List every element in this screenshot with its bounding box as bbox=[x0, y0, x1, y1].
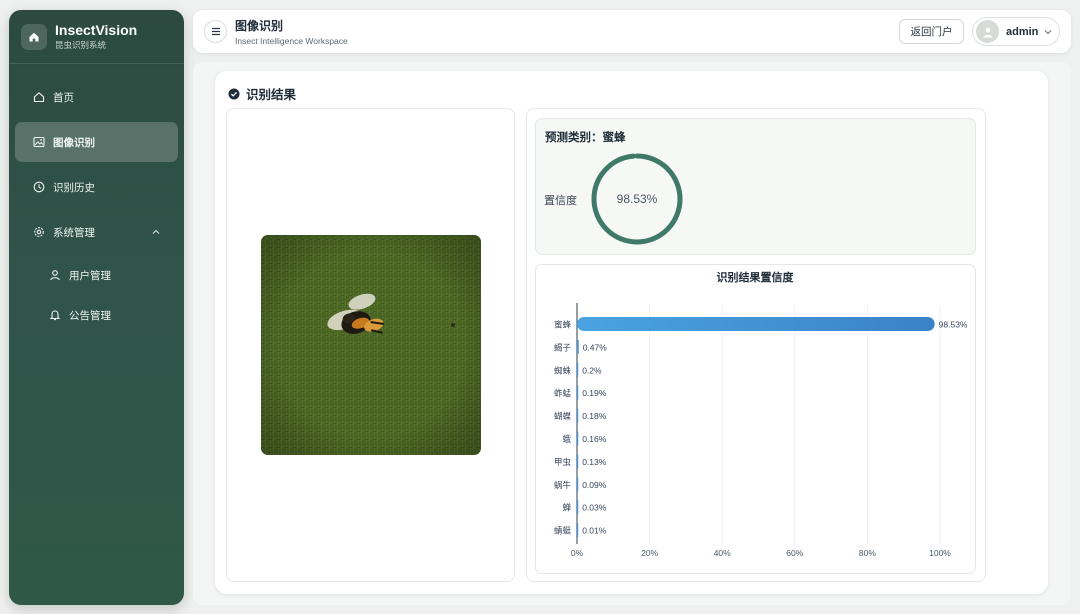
value-label: 0.47% bbox=[583, 342, 608, 352]
x-tick-label: 40% bbox=[714, 548, 731, 558]
page-subtitle: Insect Intelligence Workspace bbox=[235, 36, 348, 46]
category-label: 蝴蝶 bbox=[554, 411, 572, 422]
top-header: 图像识别 Insect Intelligence Workspace 返回门户 … bbox=[193, 10, 1071, 53]
sidebar-subitem-label: 公告管理 bbox=[69, 309, 111, 322]
value-label: 0.03% bbox=[582, 503, 607, 513]
image-icon bbox=[33, 136, 45, 148]
value-label: 0.16% bbox=[582, 434, 607, 444]
section-title-text: 识别结果 bbox=[246, 87, 297, 102]
category-label: 蚱蜢 bbox=[554, 388, 572, 399]
sidebar-item-label: 图像识别 bbox=[53, 136, 95, 149]
insect-photo bbox=[261, 235, 481, 455]
bar-4 bbox=[577, 408, 579, 423]
gear-icon bbox=[33, 226, 45, 238]
brand-subtitle: 昆虫识别系统 bbox=[55, 40, 107, 51]
sidebar-item-label: 首页 bbox=[53, 91, 74, 104]
prediction-label: 预测类别： 蜜蜂 bbox=[545, 129, 626, 145]
category-label: 蜻蜓 bbox=[554, 526, 572, 537]
chevron-down-icon bbox=[1044, 29, 1052, 35]
value-label: 0.09% bbox=[582, 480, 607, 490]
brand-name: InsectVision bbox=[55, 21, 138, 38]
value-label: 98.53% bbox=[939, 320, 968, 330]
bar-0 bbox=[577, 317, 935, 331]
chart-title: 识别结果置信度 bbox=[717, 270, 795, 284]
confidence-value: 98.53% bbox=[616, 192, 658, 206]
user-avatar-icon bbox=[983, 27, 992, 37]
x-tick-label: 80% bbox=[859, 548, 876, 558]
x-tick-label: 0% bbox=[571, 548, 584, 558]
x-tick-label: 60% bbox=[786, 548, 803, 558]
category-label: 蜗牛 bbox=[554, 480, 572, 491]
sidebar-item-user-management[interactable]: 用户管理 bbox=[15, 257, 178, 293]
bar-8 bbox=[577, 500, 579, 515]
category-label: 蛾 bbox=[562, 434, 571, 445]
sidebar-subitem-label: 用户管理 bbox=[69, 269, 111, 282]
sidebar-item-image-recognition[interactable]: 图像识别 bbox=[15, 122, 178, 162]
bar-3 bbox=[577, 385, 579, 400]
chevron-up-icon bbox=[152, 226, 160, 238]
sidebar-item-home[interactable]: 首页 bbox=[15, 77, 178, 117]
value-label: 0.2% bbox=[582, 365, 602, 375]
confidence-bar-chart: 识别结果置信度 蜜蜂蝎子蜘蛛蚱蜢蝴蝶蛾甲虫蜗牛蝉蜻蜓 98.53% 0.47% 0.… bbox=[554, 270, 968, 558]
section-title: 识别结果 bbox=[228, 84, 296, 103]
user-menu[interactable]: admin bbox=[972, 17, 1060, 46]
prediction-value: 蜜蜂 bbox=[602, 130, 626, 144]
category-label: 蜘蛛 bbox=[554, 365, 572, 376]
confidence-label: 置信度 bbox=[544, 194, 577, 207]
sidebar-item-label: 识别历史 bbox=[53, 181, 95, 194]
avatar bbox=[976, 20, 999, 43]
home-logo-icon bbox=[21, 23, 47, 50]
bell-icon bbox=[49, 309, 61, 321]
home-icon bbox=[33, 91, 45, 103]
sidebar-item-history[interactable]: 识别历史 bbox=[15, 167, 178, 207]
bar-1 bbox=[577, 339, 579, 354]
x-tick-label: 100% bbox=[929, 548, 951, 558]
category-label: 蜜蜂 bbox=[554, 320, 572, 331]
menu-toggle-button[interactable] bbox=[204, 20, 227, 43]
sidebar-item-system[interactable]: 系统管理 bbox=[15, 212, 178, 252]
page-title: 图像识别 bbox=[235, 19, 284, 33]
bar-5 bbox=[577, 431, 579, 446]
bar-6 bbox=[577, 454, 579, 469]
hamburger-icon bbox=[211, 27, 220, 36]
clock-icon bbox=[33, 181, 45, 193]
value-label: 0.19% bbox=[582, 388, 607, 398]
category-label: 蝉 bbox=[562, 503, 571, 514]
bar-2 bbox=[577, 362, 579, 377]
value-label: 0.18% bbox=[582, 411, 607, 421]
sidebar: InsectVision 昆虫识别系统 首页 图像识别 识别历史 系统管理 用户… bbox=[9, 10, 184, 605]
x-tick-label: 20% bbox=[641, 548, 658, 558]
sidebar-nav: 首页 图像识别 识别历史 系统管理 用户管理 公告管理 bbox=[9, 64, 184, 333]
sidebar-item-label: 系统管理 bbox=[53, 226, 95, 239]
bar-9 bbox=[577, 523, 579, 538]
return-portal-button[interactable]: 返回门户 bbox=[899, 19, 964, 44]
brand: InsectVision 昆虫识别系统 bbox=[9, 10, 184, 64]
prediction-prefix: 预测类别： bbox=[545, 130, 603, 144]
username: admin bbox=[1006, 25, 1039, 38]
check-circle-icon bbox=[228, 88, 240, 100]
bar-7 bbox=[577, 477, 579, 492]
user-icon bbox=[49, 269, 61, 281]
value-label: 0.13% bbox=[582, 457, 607, 467]
sidebar-item-announcement-management[interactable]: 公告管理 bbox=[15, 297, 178, 333]
category-label: 蝎子 bbox=[554, 342, 572, 353]
category-label: 甲虫 bbox=[554, 457, 572, 468]
value-label: 0.01% bbox=[582, 526, 607, 536]
